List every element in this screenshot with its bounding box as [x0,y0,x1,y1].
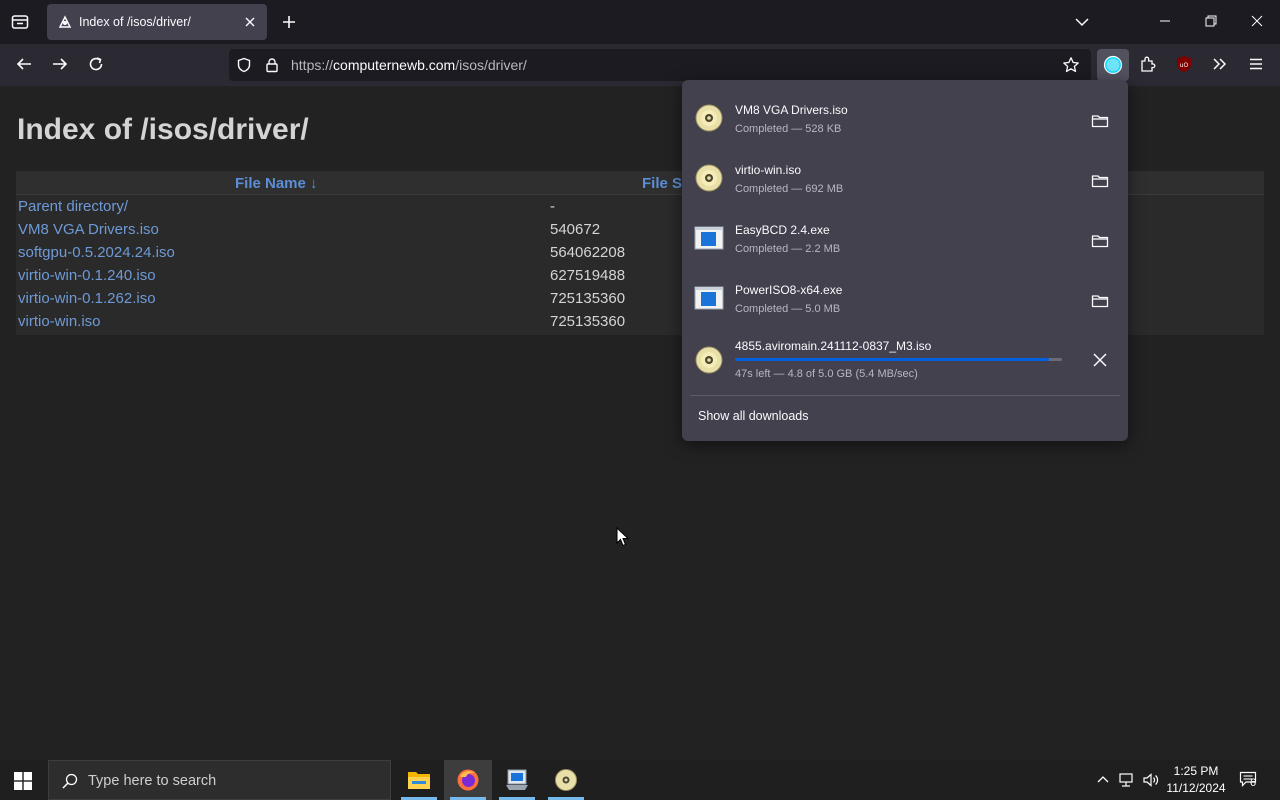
list-all-tabs-icon[interactable] [1074,14,1090,30]
file-size: 627519488 [550,267,626,284]
folder-app-icon [407,769,431,791]
download-status: Completed — 5.0 MB [735,303,841,315]
panel-divider [690,395,1120,396]
tab-close-icon[interactable] [243,15,257,29]
disc-icon [694,103,724,133]
file-size: 564062208 [550,244,626,261]
download-item[interactable]: PowerISO8-x64.exe Completed — 5.0 MB [682,265,1128,325]
windows-start-icon[interactable] [14,772,32,790]
bookmark-star-icon[interactable] [1062,56,1080,74]
notification-count-badge: 6 [1250,777,1257,789]
file-size: - [550,198,555,215]
page-favicon-icon [57,14,73,30]
download-status: Completed — 528 KB [735,123,842,135]
tab-active[interactable]: Index of /isos/driver/ [47,4,267,40]
url-bar[interactable]: https://computernewb.com/isos/driver/ [229,49,1091,81]
reload-icon[interactable] [87,55,105,73]
disc-icon [694,163,724,193]
download-filename: EasyBCD 2.4.exe [735,223,830,237]
search-placeholder: Type here to search [88,773,217,789]
download-item[interactable]: virtio-win.iso Completed — 692 MB [682,145,1128,205]
column-header-file-size[interactable]: File S [642,175,682,192]
download-item[interactable]: VM8 VGA Drivers.iso Completed — 528 KB [682,85,1128,145]
download-filename: 4855.aviromain.241112-0837_M3.iso [735,339,932,353]
folder-icon[interactable] [1090,291,1110,311]
search-icon [61,772,79,790]
show-hidden-icons-chevron-icon[interactable] [1096,772,1110,788]
url-scheme: https:// [291,57,334,73]
file-link[interactable]: virtio-win-0.1.262.iso [18,290,156,307]
download-progress-bar [735,358,1062,361]
folder-icon[interactable] [1090,171,1110,191]
url-text[interactable]: https://computernewb.com/isos/driver/ [291,57,527,73]
column-header-file-name[interactable]: File Name ↓ [235,175,318,192]
download-item[interactable]: EasyBCD 2.4.exe Completed — 2.2 MB [682,205,1128,265]
download-progress-fill [735,358,1049,361]
file-size: 725135360 [550,313,626,330]
file-link[interactable]: VM8 VGA Drivers.iso [18,221,159,238]
ublock-origin-icon[interactable]: uO [1175,55,1193,73]
download-status: Completed — 692 MB [735,183,844,195]
extensions-icon[interactable] [1139,55,1157,73]
easybcd-taskbar-button[interactable] [493,760,541,800]
download-item-in-progress[interactable]: 4855.aviromain.241112-0837_M3.iso 47s le… [682,330,1128,392]
download-filename: PowerISO8-x64.exe [735,283,843,297]
tab-strip: Index of /isos/driver/ [0,0,1280,44]
page-title: Index of /isos/driver/ [17,113,309,146]
back-icon[interactable] [15,55,33,73]
network-icon[interactable] [1118,772,1136,788]
file-explorer-taskbar-button[interactable] [395,760,443,800]
tab-title: Index of /isos/driver/ [79,15,191,29]
poweriso-taskbar-button[interactable] [542,760,590,800]
cancel-icon[interactable] [1090,350,1110,370]
windows-taskbar: Type here to search 1:25 PM 11/12/2024 6 [0,760,1280,800]
downloads-button[interactable] [1097,49,1129,81]
restore-icon[interactable] [1204,14,1218,28]
taskbar-search-box[interactable]: Type here to search [48,760,391,800]
firefox-icon [456,768,480,792]
url-path: /isos/driver/ [455,57,527,73]
clock-time[interactable]: 1:25 PM [1150,764,1242,778]
folder-icon[interactable] [1090,111,1110,131]
download-filename: VM8 VGA Drivers.iso [735,103,848,117]
tracking-protection-shield-icon[interactable] [236,57,252,73]
minimize-icon[interactable] [1158,14,1172,28]
file-size: 540672 [550,221,601,238]
close-window-icon[interactable] [1250,14,1264,28]
file-size: 725135360 [550,290,626,307]
file-link[interactable]: Parent directory/ [18,198,128,215]
mouse-cursor-icon [616,527,630,547]
file-link[interactable]: softgpu-0.5.2024.24.iso [18,244,175,261]
installer-app-icon [505,768,529,792]
exe-icon [694,223,724,253]
svg-text:uO: uO [1180,62,1189,69]
downloads-panel: VM8 VGA Drivers.iso Completed — 528 KB v… [682,80,1128,441]
download-status: Completed — 2.2 MB [735,243,841,255]
forward-icon[interactable] [51,55,69,73]
download-status: 47s left — 4.8 of 5.0 GB (5.4 MB/sec) [735,368,918,380]
folder-icon[interactable] [1090,231,1110,251]
hamburger-menu-icon[interactable] [1247,55,1265,73]
new-tab-icon[interactable] [280,13,298,31]
file-link[interactable]: virtio-win.iso [18,313,101,330]
lock-icon[interactable] [264,57,280,73]
exe-icon [694,283,724,313]
overflow-chevron-icon[interactable] [1211,55,1229,73]
download-filename: virtio-win.iso [735,163,802,177]
firefox-view-icon[interactable] [11,13,29,31]
disc-app-icon [554,768,578,792]
url-host: computernewb.com [333,57,456,73]
disc-icon [694,345,724,375]
show-all-downloads-button[interactable]: Show all downloads [698,409,809,423]
file-link[interactable]: virtio-win-0.1.240.iso [18,267,156,284]
clock-date[interactable]: 11/12/2024 [1150,781,1242,795]
firefox-taskbar-button[interactable] [444,760,492,800]
download-progress-icon [1103,55,1123,75]
